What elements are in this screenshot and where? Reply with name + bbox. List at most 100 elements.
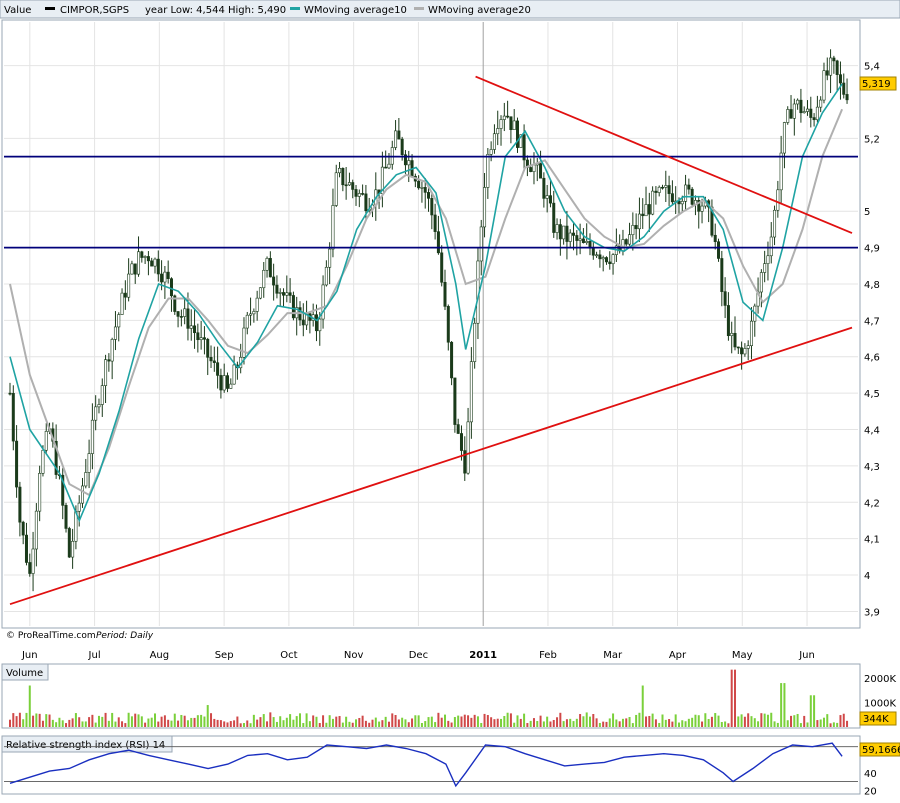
candle-body — [542, 177, 546, 199]
volume-bar — [130, 716, 133, 727]
candle-body — [394, 130, 398, 148]
volume-bar — [612, 713, 615, 727]
candle-body — [736, 346, 740, 349]
volume-bar — [776, 722, 779, 727]
candle-body — [127, 273, 131, 298]
candle-body — [123, 292, 127, 298]
volume-bar — [582, 716, 585, 727]
candle-body — [845, 94, 849, 101]
candle-body — [324, 266, 328, 286]
volume-bar — [239, 723, 242, 727]
volume-bar — [9, 719, 11, 727]
candle-body — [562, 225, 566, 240]
volume-bar — [661, 714, 664, 727]
volume-bar — [292, 719, 295, 727]
candle-body — [789, 109, 793, 119]
rsi-title: Relative strength index (RSI) 14 — [6, 740, 165, 751]
volume-bar — [81, 721, 84, 727]
volume-bar — [641, 685, 644, 727]
volume-bar — [846, 720, 849, 727]
volume-bar — [453, 717, 456, 727]
volume-bar — [368, 722, 371, 727]
candle-body — [825, 70, 829, 76]
ma20-swatch — [414, 7, 424, 10]
volume-bar — [157, 721, 160, 727]
volume-bar — [654, 719, 657, 727]
candle-body — [140, 251, 144, 258]
candle-body — [829, 57, 833, 76]
candle-body — [459, 433, 463, 451]
candle-body — [341, 167, 345, 186]
candle-body — [842, 82, 846, 95]
volume-bar — [579, 714, 582, 727]
candle-body — [799, 99, 803, 114]
candle-body — [344, 184, 348, 187]
volume-bar — [460, 716, 463, 727]
volume-bar — [763, 713, 766, 727]
x-month-label: Oct — [280, 650, 297, 661]
candle-body — [598, 254, 602, 260]
x-month-label: Aug — [150, 650, 170, 661]
x-month-label: Jun — [798, 650, 815, 661]
candle-body — [749, 320, 753, 346]
candle-body — [272, 276, 276, 286]
candle-body — [730, 332, 734, 337]
x-month-label: Feb — [539, 650, 557, 661]
volume-bar — [645, 716, 648, 727]
candle-body — [512, 120, 516, 130]
candle-body — [407, 160, 411, 166]
volume-bar — [783, 683, 786, 727]
candle-body — [651, 190, 655, 215]
candle-body — [766, 255, 770, 264]
candle-body — [568, 232, 572, 242]
candle-body — [229, 383, 233, 389]
volume-bar — [674, 714, 677, 727]
chart-svg: Value CIMPOR,SGPS year Low: 4,544 High: … — [0, 0, 900, 797]
volume-bar — [717, 715, 720, 727]
x-month-label: 2011 — [469, 650, 497, 661]
candle-body — [720, 258, 724, 292]
credit-text: © ProRealTime.com — [6, 631, 96, 641]
volume-bar — [440, 717, 443, 727]
candle-body — [183, 308, 187, 317]
volume-bar — [180, 714, 183, 727]
volume-bar — [671, 721, 674, 727]
candle-body — [163, 271, 167, 283]
volume-bar — [740, 714, 743, 727]
volume-bar — [249, 723, 252, 727]
candle-body — [291, 295, 295, 319]
volume-bar — [15, 716, 18, 727]
candle-body — [555, 224, 559, 233]
volume-bar — [233, 720, 236, 727]
volume-bar — [236, 716, 239, 727]
volume-bar — [394, 715, 397, 727]
candle-body — [717, 241, 721, 259]
volume-bar — [430, 716, 433, 727]
volume-bar — [407, 722, 410, 727]
candle-body — [347, 182, 351, 186]
volume-bar — [589, 716, 592, 727]
candle-body — [591, 247, 595, 256]
volume-bar — [262, 714, 265, 727]
price-y-tick: 5,2 — [864, 134, 880, 145]
volume-bar — [539, 715, 542, 727]
candle-body — [581, 238, 585, 243]
candle-body — [219, 375, 223, 391]
volume-bar — [806, 722, 809, 727]
volume-bar — [374, 717, 377, 727]
volume-bar — [259, 717, 262, 727]
volume-bar — [424, 721, 427, 727]
candle-body — [331, 205, 335, 250]
candle-body — [81, 485, 85, 504]
candle-body — [364, 193, 368, 211]
volume-bar — [720, 722, 723, 727]
candle-body — [779, 152, 783, 191]
volume-bar — [437, 712, 440, 727]
volume-bar — [137, 714, 140, 727]
volume-bar — [229, 721, 232, 727]
x-month-label: Jul — [88, 650, 101, 661]
volume-bar — [358, 717, 361, 727]
candle-body — [684, 184, 688, 202]
candle-body — [11, 393, 15, 442]
candle-body — [664, 185, 668, 188]
